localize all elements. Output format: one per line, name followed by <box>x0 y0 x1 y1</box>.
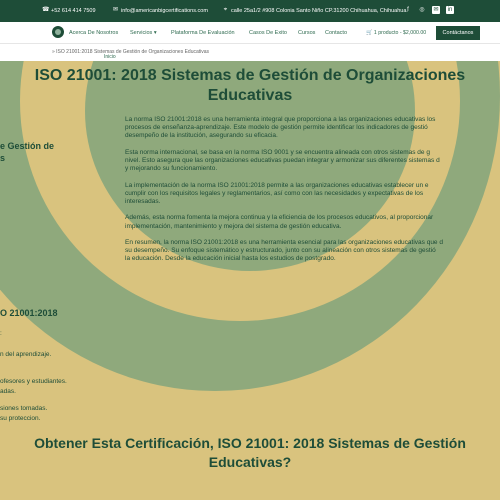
certification-heading: Obtener Esta Certificación, ISO 21001: 2… <box>0 434 500 472</box>
paragraph: En resumen, la norma ISO 21001:2018 es u… <box>125 239 500 264</box>
linkedin-icon[interactable]: in <box>446 6 454 14</box>
nav-item-evaluation-platform[interactable]: Plataforma De Evaluación <box>171 30 235 36</box>
email-icon[interactable]: ✉ <box>432 6 440 14</box>
contact-button[interactable]: Contáctanos <box>436 26 480 40</box>
cart-text: 1 producto - $2,000.00 <box>373 30 427 36</box>
breadcrumb-home[interactable]: Inicio <box>104 54 116 60</box>
facebook-icon[interactable]: f <box>404 6 412 14</box>
paragraph: Esta norma internacional, se basa en la … <box>125 149 500 174</box>
list-item: n del aprendizaje. <box>0 351 52 358</box>
address-text: calle 25a1/2 #908 Colonia Santo Niño CP.… <box>231 7 408 14</box>
paragraph: La norma ISO 21001:2018 es una herramien… <box>125 116 500 141</box>
list-item: : <box>0 330 2 337</box>
list-item: adas. <box>0 388 16 395</box>
nav-item-courses[interactable]: Cursos <box>298 30 315 36</box>
paragraph-line: La implementación de la norma ISO 21001:… <box>125 181 429 189</box>
side-heading: e Gestión de s <box>0 140 54 164</box>
paragraph-line: cumplir con los requisitos legales y reg… <box>125 189 424 197</box>
breadcrumb: Inicio » ISO 21001:2018 Sistemas de Gest… <box>0 44 500 61</box>
paragraph-line: la educación. Desde la educación inicial… <box>125 255 336 263</box>
location-icon: ⌖ <box>223 7 228 13</box>
paragraph: Además, esta norma fomenta la mejora con… <box>125 214 500 230</box>
address-contact: ⌖ calle 25a1/2 #908 Colonia Santo Niño C… <box>222 7 408 14</box>
paragraph-line: Además, esta norma fomenta la mejora con… <box>125 214 434 222</box>
nav-item-services[interactable]: Servicios ▾ <box>130 30 157 36</box>
page-title-line2: Educativas <box>207 87 293 104</box>
paragraph-line: implementación, mantenimiento y mejora d… <box>125 222 342 230</box>
nav-item-about[interactable]: Acerca De Nosotros <box>69 30 118 36</box>
phone-icon: ☎ <box>42 7 50 13</box>
paragraph-line: Esta norma internacional, se basa en la … <box>125 148 430 156</box>
breadcrumb-current: ISO 21001:2018 Sistemas de Gestión de Or… <box>56 49 210 55</box>
paragraph-line: y mejorando su funcionamiento. <box>125 165 218 173</box>
logo[interactable] <box>52 26 64 38</box>
top-bar: ☎ +52 614 414 7509 ✉ info@americanbigcer… <box>0 0 500 22</box>
page-title-line1: ISO 21001: 2018 Sistemas de Gestión de O… <box>34 67 466 84</box>
list-item: ofesores y estudiantes. <box>0 378 67 385</box>
paragraph-line: interesadas. <box>125 198 161 205</box>
cart-link[interactable]: 🛒 1 producto - $2,000.00 <box>366 30 426 36</box>
certification-heading-line2: Educativas? <box>208 454 292 470</box>
paragraph-line: su desempeño. Su enfoque sistemático y e… <box>125 247 436 255</box>
paragraph-line: La norma ISO 21001:2018 es una herramien… <box>125 116 436 123</box>
paragraph-line: procesos de enseñanza-aprendizaje. Este … <box>125 124 428 132</box>
side-heading-benefits: O 21001:2018 <box>0 308 58 318</box>
paragraph-line: desempeño de la institución, asegurando … <box>125 132 278 140</box>
description-text: La norma ISO 21001:2018 es una herramien… <box>125 116 500 272</box>
certification-heading-line1: Obtener Esta Certificación, ISO 21001: 2… <box>34 435 466 451</box>
page-title: ISO 21001: 2018 Sistemas de Gestión de O… <box>20 66 480 106</box>
nav-item-label: Servicios <box>130 30 153 36</box>
list-item: siones tomadas. <box>0 405 48 412</box>
list-item: su proteccion. <box>0 415 41 422</box>
phone-text: +52 614 414 7509 <box>51 7 96 14</box>
email-icon: ✉ <box>112 7 119 13</box>
side-heading-line2: s <box>0 153 6 163</box>
side-heading-line1: e Gestión de <box>0 141 55 151</box>
phone-contact[interactable]: ☎ +52 614 414 7509 <box>42 7 96 14</box>
chevron-down-icon: ▾ <box>153 30 157 36</box>
paragraph-line: nivel. Esto asegura que las organizacion… <box>125 157 440 164</box>
nav-item-success-cases[interactable]: Casos De Exito <box>249 30 287 36</box>
cart-icon: 🛒 <box>366 30 373 36</box>
paragraph: La implementación de la norma ISO 21001:… <box>125 182 500 207</box>
main-nav: Acerca De Nosotros Servicios ▾ Plataform… <box>0 22 500 44</box>
email-text: info@americanbigcertifications.com <box>121 7 208 14</box>
nav-item-contact[interactable]: Contacto <box>325 30 347 36</box>
breadcrumb-trail: Inicio » ISO 21001:2018 Sistemas de Gest… <box>52 49 210 60</box>
instagram-icon[interactable]: ◎ <box>418 6 426 14</box>
breadcrumb-separator: » <box>52 49 55 55</box>
email-contact[interactable]: ✉ info@americanbigcertifications.com <box>112 7 208 14</box>
paragraph-line: En resumen, la norma ISO 21001:2018 es u… <box>125 238 443 246</box>
content-area: ISO 21001: 2018 Sistemas de Gestión de O… <box>0 61 500 500</box>
